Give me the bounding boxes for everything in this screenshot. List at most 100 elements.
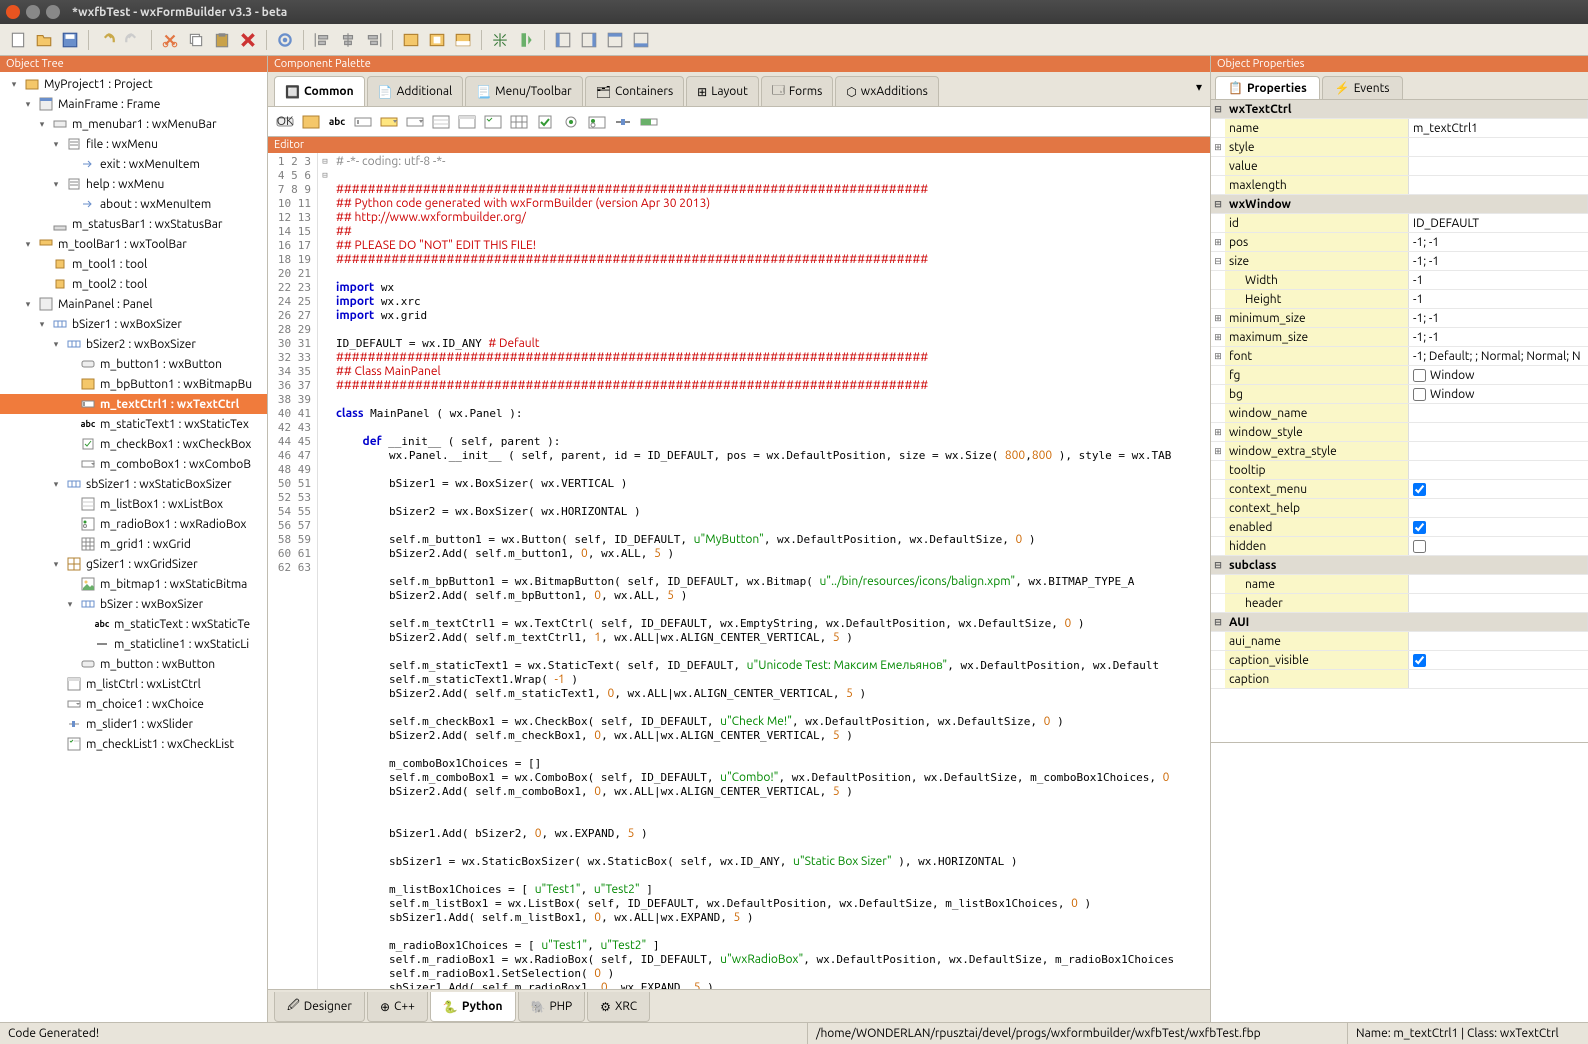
tree-item[interactable]: m_button : wxButton [0,654,267,674]
prop-expand-icon[interactable]: ⊞ [1211,332,1225,343]
tree-item[interactable]: m_tool2 : tool [0,274,267,294]
property-row[interactable]: aui_name [1211,632,1588,651]
tree-expand-icon[interactable]: ▾ [22,239,34,250]
property-checkbox[interactable] [1413,654,1426,667]
tree-expand-icon[interactable]: ▾ [22,299,34,310]
new-button[interactable] [6,28,30,52]
palette-tab-additional[interactable]: 📄 Additional [367,76,464,106]
events-tab[interactable]: ⚡ Events [1322,76,1403,99]
tree-item[interactable]: m_radioBox1 : wxRadioBox [0,514,267,534]
tree-expand-icon[interactable]: ▾ [36,319,48,330]
property-row[interactable]: ⊞font-1; Default; ; Normal; Normal; N [1211,347,1588,366]
property-row[interactable]: header [1211,594,1588,613]
palette-tab-common[interactable]: 🔲 Common [274,76,365,106]
property-value[interactable]: Window [1409,388,1588,401]
border-top-button[interactable] [603,28,627,52]
bottom-tab-designer[interactable]: 🖉 Designer [274,992,365,1022]
property-row[interactable]: ⊞style [1211,138,1588,157]
property-value[interactable] [1409,654,1588,667]
tree-expand-icon[interactable]: ▾ [50,479,62,490]
code-editor[interactable]: 1 2 3 4 5 6 7 8 9 10 11 12 13 14 15 16 1… [268,153,1210,989]
palette-dropdown[interactable]: ▾ [1188,76,1210,106]
palette-listbox-icon[interactable] [430,112,452,132]
tree-expand-icon[interactable]: ▾ [8,79,20,90]
property-value[interactable]: -1; Default; ; Normal; Normal; N [1409,350,1588,363]
palette-radiobox-icon[interactable] [586,112,608,132]
palette-bitmap-button-icon[interactable] [300,112,322,132]
property-row[interactable]: Width-1 [1211,271,1588,290]
property-row[interactable]: namem_textCtrl1 [1211,119,1588,138]
tree-expand-icon[interactable]: ▾ [22,99,34,110]
align-bottom-button[interactable] [451,28,475,52]
property-checkbox[interactable] [1413,388,1426,401]
stretch-button[interactable] [514,28,538,52]
prop-expand-icon[interactable]: ⊞ [1211,237,1225,248]
tree-expand-icon[interactable]: ▾ [50,179,62,190]
tree-item[interactable]: ▾file : wxMenu [0,134,267,154]
tree-expand-icon[interactable]: ▾ [64,599,76,610]
property-row[interactable]: tooltip [1211,461,1588,480]
tree-item[interactable]: m_comboBox1 : wxComboB [0,454,267,474]
property-checkbox[interactable] [1413,521,1426,534]
property-value[interactable]: -1; -1 [1409,255,1588,268]
tree-item[interactable]: m_checkBox1 : wxCheckBox [0,434,267,454]
property-checkbox[interactable] [1413,369,1426,382]
property-value[interactable]: m_textCtrl1 [1409,122,1588,135]
property-value[interactable]: -1 [1409,274,1588,287]
window-close-button[interactable] [6,5,20,19]
tree-expand-icon[interactable]: ▾ [36,119,48,130]
palette-tab-menu-toolbar[interactable]: 📃 Menu/Toolbar [465,76,583,106]
tree-item[interactable]: ▾sbSizer1 : wxStaticBoxSizer [0,474,267,494]
palette-button-icon[interactable]: OK [274,112,296,132]
tree-item[interactable]: m_checkList1 : wxCheckList [0,734,267,754]
tree-item[interactable]: ▾m_menubar1 : wxMenuBar [0,114,267,134]
paste-button[interactable] [210,28,234,52]
align-center-v-button[interactable] [425,28,449,52]
tree-item[interactable]: ▾MyProject1 : Project [0,74,267,94]
property-row[interactable]: Height-1 [1211,290,1588,309]
property-checkbox[interactable] [1413,483,1426,496]
tree-item[interactable]: m_grid1 : wxGrid [0,534,267,554]
property-row[interactable]: enabled [1211,518,1588,537]
property-checkbox[interactable] [1413,540,1426,553]
tree-item[interactable]: ▾bSizer1 : wxBoxSizer [0,314,267,334]
palette-tab-wxadditions[interactable]: ⬡ wxAdditions [835,76,939,106]
property-row[interactable]: idID_DEFAULT [1211,214,1588,233]
tree-item[interactable]: m_button1 : wxButton [0,354,267,374]
bottom-tab-php[interactable]: 🐘 PHP [518,992,586,1022]
property-row[interactable]: name [1211,575,1588,594]
property-category[interactable]: ⊟wxTextCtrl [1211,100,1588,119]
prop-expand-icon[interactable]: ⊞ [1211,351,1225,362]
align-center-h-button[interactable] [336,28,360,52]
property-value[interactable] [1409,483,1588,496]
palette-tab-containers[interactable]: 🗂 Containers [585,76,684,106]
prop-expand-icon[interactable]: ⊞ [1211,142,1225,153]
tree-item[interactable]: m_staticline1 : wxStaticLi [0,634,267,654]
tree-item[interactable]: m_choice1 : wxChoice [0,694,267,714]
tree-expand-icon[interactable]: ▾ [50,139,62,150]
properties-tab[interactable]: 📋 Properties [1215,76,1320,99]
tree-item[interactable]: ▾bSizer2 : wxBoxSizer [0,334,267,354]
prop-expand-icon[interactable]: ⊟ [1211,104,1225,115]
tree-item[interactable]: ▾MainFrame : Frame [0,94,267,114]
property-row[interactable]: ⊞maximum_size-1; -1 [1211,328,1588,347]
property-row[interactable]: maxlength [1211,176,1588,195]
border-right-button[interactable] [577,28,601,52]
save-button[interactable] [58,28,82,52]
align-left-button[interactable] [310,28,334,52]
tree-item[interactable]: ▾gSizer1 : wxGridSizer [0,554,267,574]
property-value[interactable]: -1; -1 [1409,331,1588,344]
palette-radio-icon[interactable] [560,112,582,132]
tree-item[interactable]: m_listBox1 : wxListBox [0,494,267,514]
prop-expand-icon[interactable]: ⊟ [1211,256,1225,267]
generate-code-button[interactable] [273,28,297,52]
palette-statictext-icon[interactable]: abc [326,112,348,132]
tree-item[interactable]: m_bitmap1 : wxStaticBitma [0,574,267,594]
undo-button[interactable] [95,28,119,52]
tree-item[interactable]: m_textCtrl1 : wxTextCtrl [0,394,267,414]
palette-checklist-icon[interactable] [482,112,504,132]
property-category[interactable]: ⊟AUI [1211,613,1588,632]
palette-tab-layout[interactable]: ⊞ Layout [686,76,759,106]
align-top-button[interactable] [399,28,423,52]
border-bottom-button[interactable] [629,28,653,52]
